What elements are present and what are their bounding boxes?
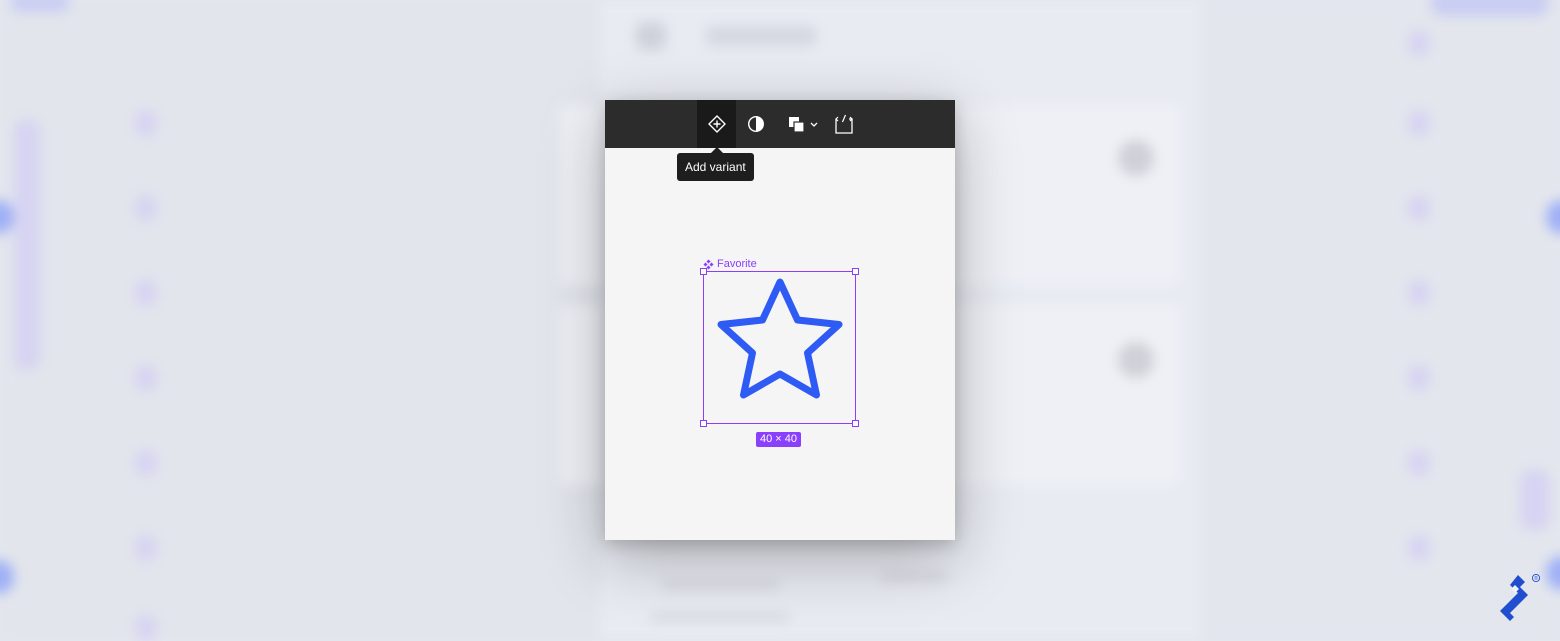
background-swatch xyxy=(1520,470,1550,530)
toptal-logo-icon: ® xyxy=(1500,573,1541,621)
background-swatch xyxy=(1408,280,1430,306)
background-swatch xyxy=(135,535,157,561)
resize-handle-bottom-right[interactable] xyxy=(852,420,859,427)
add-variant-icon xyxy=(707,115,726,133)
code-button[interactable] xyxy=(831,100,857,148)
registered-mark: ® xyxy=(1534,575,1538,582)
background-swatch xyxy=(135,195,157,221)
background-swatch xyxy=(135,280,157,306)
component-name: Favorite xyxy=(717,258,757,270)
component-preview-window: Add variant Favorite 40 × 40 xyxy=(605,100,955,540)
background-right-panel xyxy=(1200,0,1560,640)
background-knob xyxy=(1118,140,1154,176)
contrast-button[interactable] xyxy=(741,100,771,148)
add-variant-button[interactable] xyxy=(697,100,736,148)
code-icon xyxy=(835,114,853,134)
background-swatch xyxy=(1408,195,1430,221)
background-swatch xyxy=(135,365,157,391)
resize-handle-top-right[interactable] xyxy=(852,268,859,275)
fill-icon xyxy=(789,117,818,133)
background-swatch xyxy=(14,120,40,370)
background-swatch xyxy=(1408,365,1430,391)
background-row xyxy=(880,572,950,582)
background-swatch xyxy=(135,110,157,136)
add-variant-tooltip: Add variant xyxy=(677,153,754,181)
background-swatch xyxy=(1408,450,1430,476)
background-blob xyxy=(1430,0,1550,16)
background-header-icon xyxy=(636,22,666,50)
background-swatch xyxy=(135,450,157,476)
selection-frame[interactable] xyxy=(700,268,859,427)
fill-dropdown-button[interactable] xyxy=(785,100,823,148)
background-header-title xyxy=(706,26,816,46)
component-name-label[interactable]: Favorite xyxy=(703,257,757,271)
background-left-panel xyxy=(0,0,600,640)
background-swatch xyxy=(1408,30,1430,56)
background-row xyxy=(650,612,790,622)
background-swatch xyxy=(1408,535,1430,561)
component-toolbar xyxy=(605,100,955,148)
background-knob xyxy=(1118,342,1154,378)
resize-handle-top-left[interactable] xyxy=(700,268,707,275)
contrast-icon xyxy=(747,115,765,133)
background-swatch xyxy=(135,615,157,641)
background-blob xyxy=(10,0,70,12)
dimension-badge: 40 × 40 xyxy=(756,432,802,447)
resize-handle-bottom-left[interactable] xyxy=(700,420,707,427)
background-swatch xyxy=(1408,110,1430,136)
background-row xyxy=(660,580,780,590)
